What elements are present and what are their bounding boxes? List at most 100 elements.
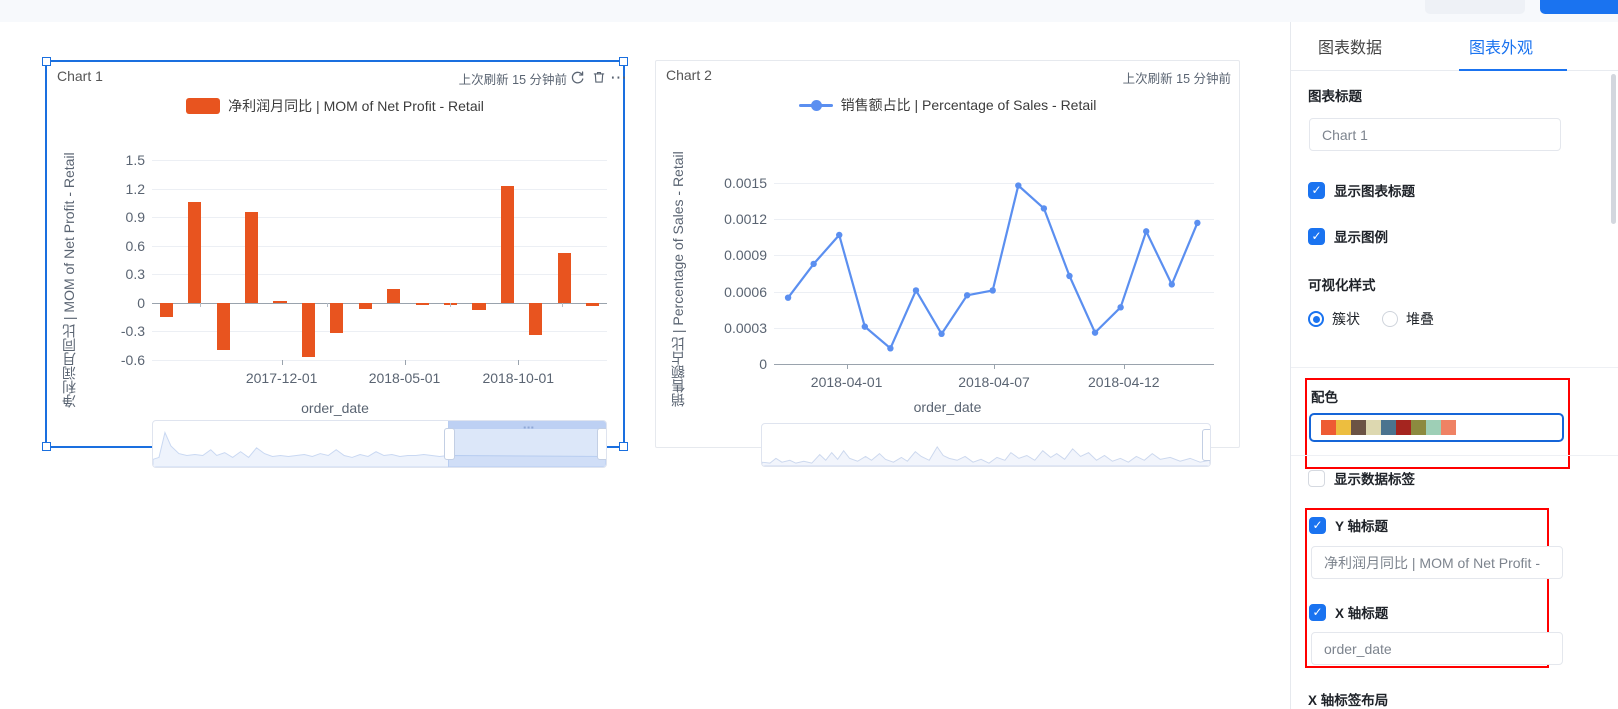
tab-active-underline — [1459, 68, 1567, 71]
chart-2-x-axis-title: order_date — [913, 399, 982, 415]
tab-chart-data[interactable]: 图表数据 — [1318, 34, 1382, 58]
x-axis-minor-tick — [450, 302, 452, 307]
grid-line — [152, 160, 607, 161]
data-point[interactable] — [912, 287, 920, 294]
range-slider-preview — [762, 446, 1210, 466]
x-axis-tick-label: 2018-05-01 — [368, 370, 441, 386]
trash-icon[interactable] — [589, 67, 609, 87]
chart-card-2[interactable]: Chart 2 上次刷新 15 分钟前 销售额占比 | Percentage o… — [655, 60, 1240, 467]
y-axis-tick-label: 0.0009 — [724, 247, 767, 264]
section-visualization-style-heading: 可视化样式 — [1308, 278, 1376, 293]
checkbox-y-axis-title[interactable]: ✓ — [1309, 516, 1326, 534]
range-slider-selection-bar: ▪▪▪ — [449, 421, 606, 432]
range-slider-handle-right[interactable] — [1202, 429, 1210, 461]
show-data-labels-row[interactable]: 显示数据标签 — [1308, 468, 1415, 488]
chart-title-input[interactable]: Chart 1 — [1309, 118, 1561, 151]
bar[interactable] — [358, 302, 372, 309]
data-point[interactable] — [784, 294, 792, 301]
refresh-icon[interactable] — [567, 67, 587, 87]
bar[interactable] — [387, 288, 401, 303]
resize-handle-bottom-right[interactable] — [619, 442, 628, 451]
data-point[interactable] — [1194, 219, 1201, 227]
chart-2-range-slider[interactable] — [761, 423, 1211, 467]
resize-handle-bottom-left[interactable] — [42, 442, 51, 451]
color-scheme-selector[interactable] — [1309, 413, 1564, 442]
chart-2-plot-area: 0.0015 0.0012 0.0009 0.0006 0.0003 0 2018-04-0… — [724, 159, 1214, 390]
panel-divider-2 — [1291, 455, 1618, 456]
bar[interactable] — [159, 302, 173, 318]
data-point[interactable] — [810, 260, 817, 268]
x-axis-title-input[interactable]: order_date — [1311, 632, 1563, 665]
range-slider-handle-right[interactable] — [597, 428, 606, 460]
data-point[interactable] — [989, 287, 996, 294]
color-swatch-4 — [1366, 420, 1381, 435]
data-point[interactable] — [1143, 228, 1150, 235]
secondary-button[interactable] — [1425, 0, 1525, 14]
bar[interactable] — [415, 302, 429, 305]
radio-stacked-label: 堆叠 — [1406, 311, 1434, 327]
bar[interactable] — [330, 302, 344, 334]
bar[interactable] — [586, 302, 600, 306]
bar[interactable] — [273, 300, 287, 303]
data-point[interactable] — [1117, 304, 1124, 311]
radio-option-stacked[interactable]: 堆叠 — [1382, 309, 1434, 329]
checkbox-show-legend[interactable]: ✓ — [1308, 227, 1325, 245]
chart-1-refresh-text: 上次刷新 15 分钟前 — [458, 73, 567, 87]
radio-stacked[interactable] — [1382, 311, 1398, 327]
data-point[interactable] — [963, 292, 971, 299]
panel-divider — [1291, 367, 1618, 368]
primary-button[interactable] — [1540, 0, 1618, 14]
chart-card-1[interactable]: Chart 1 上次刷新 15 分钟前 ⋯ 净利润月同比 | MOM of Ne… — [42, 57, 628, 468]
data-point[interactable] — [836, 231, 843, 239]
checkbox-x-axis-title[interactable]: ✓ — [1309, 603, 1326, 621]
chart-1-title: Chart 1 — [57, 68, 103, 84]
range-slider-selection[interactable]: ▪▪▪ — [448, 421, 606, 467]
x-axis-tick-mark — [994, 364, 995, 369]
data-point[interactable] — [1015, 182, 1022, 189]
tab-chart-appearance[interactable]: 图表外观 — [1469, 34, 1533, 58]
y-axis-tick-label: 1.2 — [125, 180, 145, 197]
more-options-icon[interactable]: ⋯ — [609, 67, 629, 87]
radio-option-clustered[interactable]: 簇状 — [1308, 309, 1360, 329]
data-point[interactable] — [1066, 272, 1073, 280]
y-axis-tick-label: -0.6 — [120, 352, 145, 368]
data-point[interactable] — [1040, 205, 1048, 212]
checkbox-show-chart-title[interactable]: ✓ — [1308, 181, 1325, 199]
bar[interactable] — [216, 302, 230, 351]
chart-1-range-slider[interactable]: ▪▪▪ — [152, 420, 607, 468]
bar[interactable] — [188, 201, 202, 303]
color-swatch-3 — [1351, 420, 1366, 435]
chart-2-y-axis-title: 销售额占比 | Percentage of Sales - Retail — [670, 151, 686, 407]
range-slider-handle-left[interactable] — [444, 428, 455, 460]
x-axis-minor-tick — [199, 302, 201, 307]
chart-1-plot-area: 1.5 1.2 0.9 0.6 0.3 0 -0.3 -0.6 2017-12-01 2018-0… — [121, 152, 607, 386]
bar[interactable] — [301, 302, 315, 358]
data-point[interactable] — [1091, 329, 1099, 336]
data-point[interactable] — [861, 323, 869, 330]
panel-scrollbar[interactable] — [1611, 74, 1616, 224]
bar[interactable] — [244, 212, 259, 303]
data-point[interactable] — [1168, 281, 1175, 288]
radio-clustered[interactable] — [1308, 311, 1324, 327]
checkbox-show-data-labels[interactable] — [1308, 469, 1325, 487]
show-chart-title-row[interactable]: ✓ 显示图表标题 — [1308, 180, 1415, 200]
y-axis-title-input[interactable]: 净利润月同比 | MOM of Net Profit - — [1311, 546, 1563, 579]
color-swatch-6 — [1396, 420, 1411, 435]
y-axis-tick-label: -0.3 — [120, 323, 145, 340]
bar[interactable] — [529, 302, 543, 336]
show-legend-row[interactable]: ✓ 显示图例 — [1308, 226, 1388, 246]
chart-1-x-axis-title: order_date — [301, 400, 369, 416]
visualization-style-options: 簇状 堆叠 — [1308, 309, 1434, 329]
grid-line — [152, 360, 607, 361]
data-point[interactable] — [887, 345, 894, 352]
x-axis-minor-tick — [561, 302, 563, 307]
chart-settings-panel: 图表数据 图表外观 图表标题 Chart 1 ✓ 显示图表标题 ✓ 显示图例 可… — [1290, 22, 1618, 709]
color-swatch-5 — [1381, 420, 1396, 435]
data-point[interactable] — [938, 330, 945, 338]
x-axis-title-row[interactable]: ✓ X 轴标题 — [1309, 602, 1388, 622]
bar[interactable] — [500, 185, 514, 303]
bar[interactable] — [557, 253, 571, 303]
y-axis-title-row[interactable]: ✓ Y 轴标题 — [1309, 515, 1388, 535]
chart-2-title: Chart 2 — [666, 67, 712, 83]
bar[interactable] — [472, 302, 486, 311]
